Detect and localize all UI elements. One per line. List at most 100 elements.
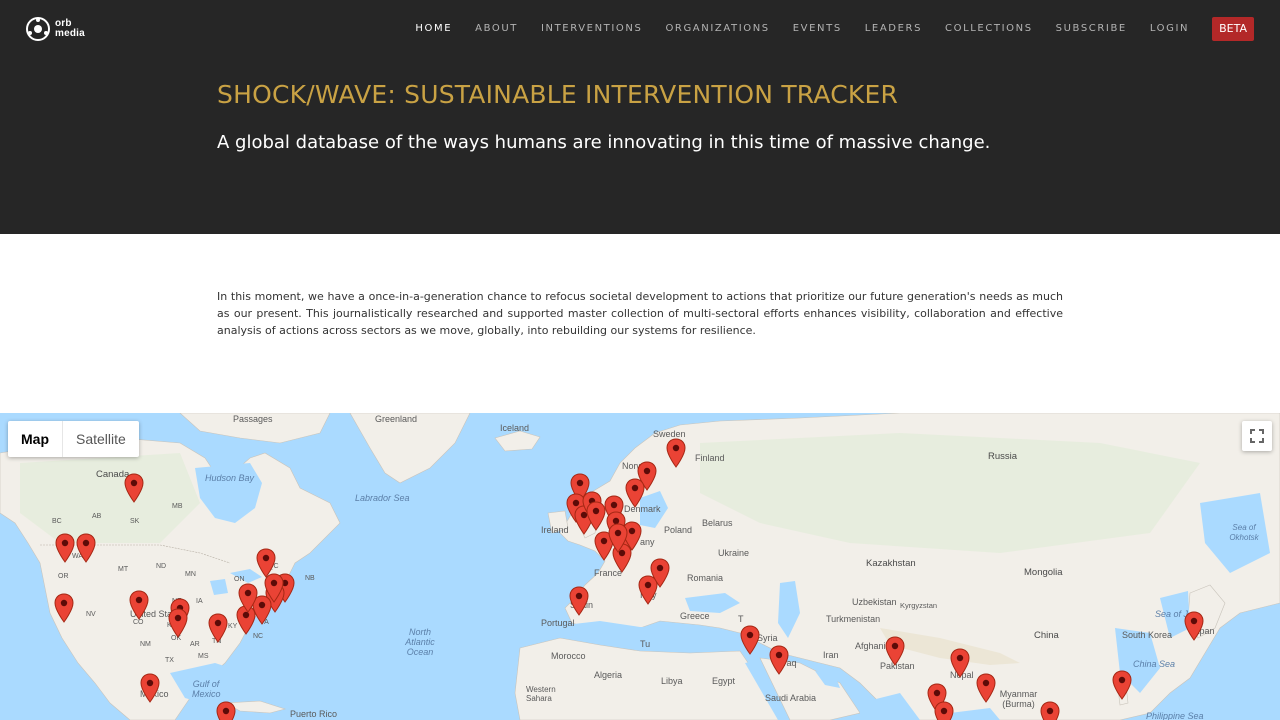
nav-about[interactable]: ABOUT (475, 18, 518, 40)
label-tunisia: Tu (640, 639, 651, 649)
label-co: CO (133, 619, 144, 626)
logo-wordmark: orb media (55, 19, 85, 39)
label-iceland: Iceland (500, 423, 530, 433)
nav-organizations[interactable]: ORGANIZATIONS (665, 18, 769, 40)
nav-collections[interactable]: COLLECTIONS (945, 18, 1033, 40)
label-nd: ND (156, 563, 167, 570)
label-ms: MS (198, 653, 209, 660)
label-mt: MT (118, 566, 129, 573)
label-north-atlantic: North Atlantic Ocean (405, 627, 435, 657)
label-east-china-sea: China Sea (1133, 659, 1176, 669)
map-marker-icon[interactable] (54, 593, 74, 623)
nav-leaders[interactable]: LEADERS (865, 18, 922, 40)
label-mongolia: Mongolia (1024, 567, 1063, 578)
label-myanmar: Myanmar (Burma) (999, 689, 1038, 709)
label-philippine-sea: Philippine Sea (1146, 711, 1204, 720)
label-puerto-rico: Puerto Rico (290, 709, 338, 719)
label-south-korea: South Korea (1122, 630, 1173, 640)
map-marker-icon[interactable] (238, 583, 258, 613)
label-kazakhstan: Kazakhstan (866, 558, 916, 569)
map-marker-icon[interactable] (769, 645, 789, 675)
map-marker-icon[interactable] (608, 523, 628, 553)
label-ab: AB (92, 513, 102, 520)
map-marker-icon[interactable] (129, 590, 149, 620)
label-sea-of-okhotsk: Sea of Okhotsk (1229, 523, 1259, 542)
label-on: ON (234, 576, 245, 583)
page-subtitle: A global database of the ways humans are… (217, 132, 991, 153)
map-marker-icon[interactable] (934, 701, 954, 720)
map-marker-icon[interactable] (140, 673, 160, 703)
map-land-layer (0, 413, 1280, 720)
label-ukraine: Ukraine (718, 548, 750, 558)
label-greece: Greece (680, 611, 710, 621)
nav-login[interactable]: LOGIN (1150, 18, 1189, 40)
map-marker-icon[interactable] (976, 673, 996, 703)
map-marker-icon[interactable] (208, 613, 228, 643)
logo-line-media: media (55, 28, 85, 39)
label-hudson-bay: Hudson Bay (205, 473, 255, 483)
label-passages: Passages (233, 414, 273, 424)
label-nm: NM (140, 641, 151, 648)
label-portugal: Portugal (541, 618, 575, 628)
label-gulf-of-mexico: Gulf of Mexico (192, 679, 221, 699)
label-ireland: Ireland (541, 525, 569, 535)
main-nav: HOME ABOUT INTERVENTIONS ORGANIZATIONS E… (392, 17, 1254, 41)
label-mb: MB (172, 503, 183, 510)
map-marker-icon[interactable] (124, 473, 144, 503)
map-marker-icon[interactable] (216, 701, 236, 720)
map-marker-icon[interactable] (950, 648, 970, 678)
hero-header: orb media HOME ABOUT INTERVENTIONS ORGAN… (0, 0, 1280, 234)
intro-paragraph: In this moment, we have a once-in-a-gene… (217, 290, 1063, 337)
map-marker-icon[interactable] (1112, 670, 1132, 700)
map-marker-icon[interactable] (740, 625, 760, 655)
map-marker-icon[interactable] (55, 533, 75, 563)
label-turkmenistan: Turkmenistan (826, 614, 881, 624)
map-marker-icon[interactable] (1184, 611, 1204, 641)
map-type-map-button[interactable]: Map (8, 421, 63, 457)
label-kyrgyzstan: Kyrgyzstan (900, 601, 938, 610)
nav-interventions[interactable]: INTERVENTIONS (541, 18, 642, 40)
map-marker-icon[interactable] (650, 558, 670, 588)
label-uzbekistan: Uzbekistan (852, 597, 897, 607)
label-egypt: Egypt (712, 676, 736, 686)
label-algeria: Algeria (594, 670, 623, 680)
map-type-control: Map Satellite (8, 421, 139, 457)
map-marker-icon[interactable] (1040, 701, 1060, 720)
label-germany: any (640, 537, 655, 547)
label-nv: NV (86, 611, 96, 618)
map-marker-icon[interactable] (569, 586, 589, 616)
label-china: China (1034, 630, 1059, 641)
label-saudi-arabia: Saudi Arabia (765, 693, 817, 703)
label-tx: TX (165, 657, 174, 664)
nav-home[interactable]: HOME (415, 18, 452, 40)
label-iran: Iran (823, 650, 839, 660)
label-labrador-sea: Labrador Sea (355, 493, 410, 503)
map-marker-icon[interactable] (666, 438, 686, 468)
map-marker-icon[interactable] (885, 636, 905, 666)
label-russia: Russia (988, 451, 1018, 462)
fullscreen-icon (1250, 429, 1264, 443)
label-turkey: T (738, 614, 744, 624)
label-morocco: Morocco (551, 651, 586, 661)
nav-subscribe[interactable]: SUBSCRIBE (1056, 18, 1127, 40)
world-map[interactable]: Greenland Iceland Sweden Finland Norw Ru… (0, 413, 1280, 720)
map-type-satellite-button[interactable]: Satellite (63, 421, 139, 457)
label-or: OR (58, 573, 69, 580)
map-marker-icon[interactable] (168, 608, 188, 638)
map-marker-icon[interactable] (76, 533, 96, 563)
map-marker-icon[interactable] (264, 573, 284, 603)
orb-media-logo[interactable]: orb media (25, 16, 85, 42)
label-syria: Syria (757, 633, 778, 643)
fullscreen-button[interactable] (1242, 421, 1272, 451)
beta-badge[interactable]: BETA (1212, 17, 1254, 41)
label-libya: Libya (661, 676, 683, 686)
label-bc: BC (52, 518, 62, 525)
label-poland: Poland (664, 525, 693, 535)
map-marker-icon[interactable] (625, 478, 645, 508)
label-belarus: Belarus (702, 518, 733, 528)
orb-logo-icon (26, 17, 50, 41)
page-title: SHOCK/WAVE: SUSTAINABLE INTERVENTION TRA… (217, 80, 899, 109)
nav-events[interactable]: EVENTS (793, 18, 842, 40)
map-marker-icon[interactable] (586, 501, 606, 531)
label-finland: Finland (695, 453, 725, 463)
